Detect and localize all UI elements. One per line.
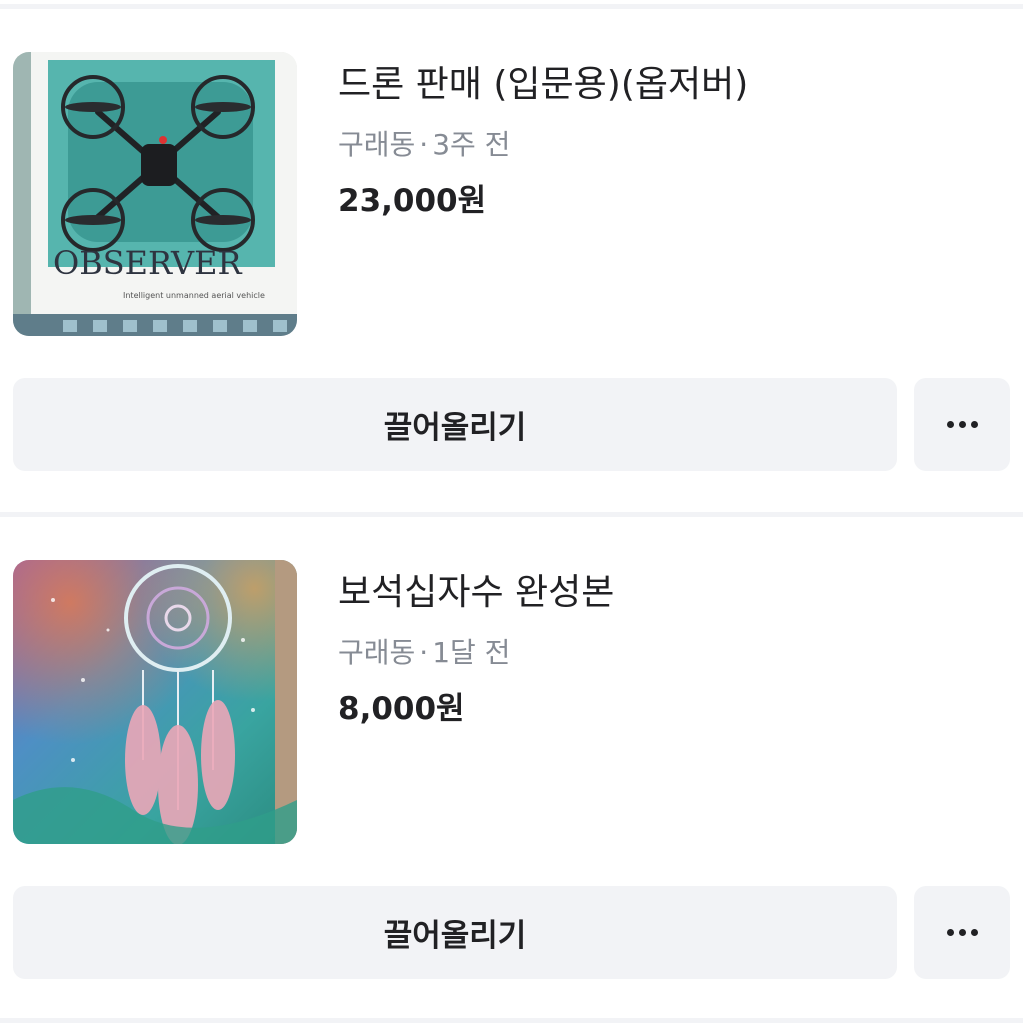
meta-separator: · [419, 636, 429, 669]
bottom-divider [0, 1018, 1023, 1023]
bump-button-label: 끌어올리기 [383, 918, 527, 954]
item-meta: 구래동 · 1달 전 [338, 632, 510, 674]
more-options-button[interactable] [914, 378, 1010, 471]
drone-box-image: OBSERVER Intelligent unmanned aerial veh… [13, 52, 297, 336]
diamond-painting-image [13, 560, 297, 844]
more-options-button[interactable] [914, 886, 1010, 979]
item-price: 23,000원 [338, 183, 487, 219]
item-time: 1달 전 [432, 636, 511, 669]
bump-button[interactable]: 끌어올리기 [13, 378, 897, 471]
item-time: 3주 전 [432, 128, 511, 161]
item-thumbnail[interactable]: OBSERVER Intelligent unmanned aerial veh… [13, 52, 297, 336]
item-location: 구래동 [338, 128, 416, 161]
svg-text:Intelligent unmanned aerial ve: Intelligent unmanned aerial vehicle [123, 291, 265, 300]
thumbnail-brand-text: OBSERVER [53, 244, 242, 282]
more-horizontal-icon [946, 929, 978, 936]
bump-button-label: 끌어올리기 [383, 410, 527, 446]
item-price: 8,000원 [338, 691, 465, 727]
item-location: 구래동 [338, 636, 416, 669]
list-item: OBSERVER Intelligent unmanned aerial veh… [0, 0, 1023, 505]
list-item: 보석십자수 완성본 구래동 · 1달 전 8,000원 끌어올리기 [0, 508, 1023, 1013]
item-title[interactable]: 보석십자수 완성본 [338, 566, 614, 620]
item-thumbnail[interactable] [13, 560, 297, 844]
item-meta: 구래동 · 3주 전 [338, 124, 510, 166]
meta-separator: · [419, 128, 429, 161]
item-title[interactable]: 드론 판매 (입문용)(옵저버) [338, 58, 748, 112]
bump-button[interactable]: 끌어올리기 [13, 886, 897, 979]
more-horizontal-icon [946, 421, 978, 428]
